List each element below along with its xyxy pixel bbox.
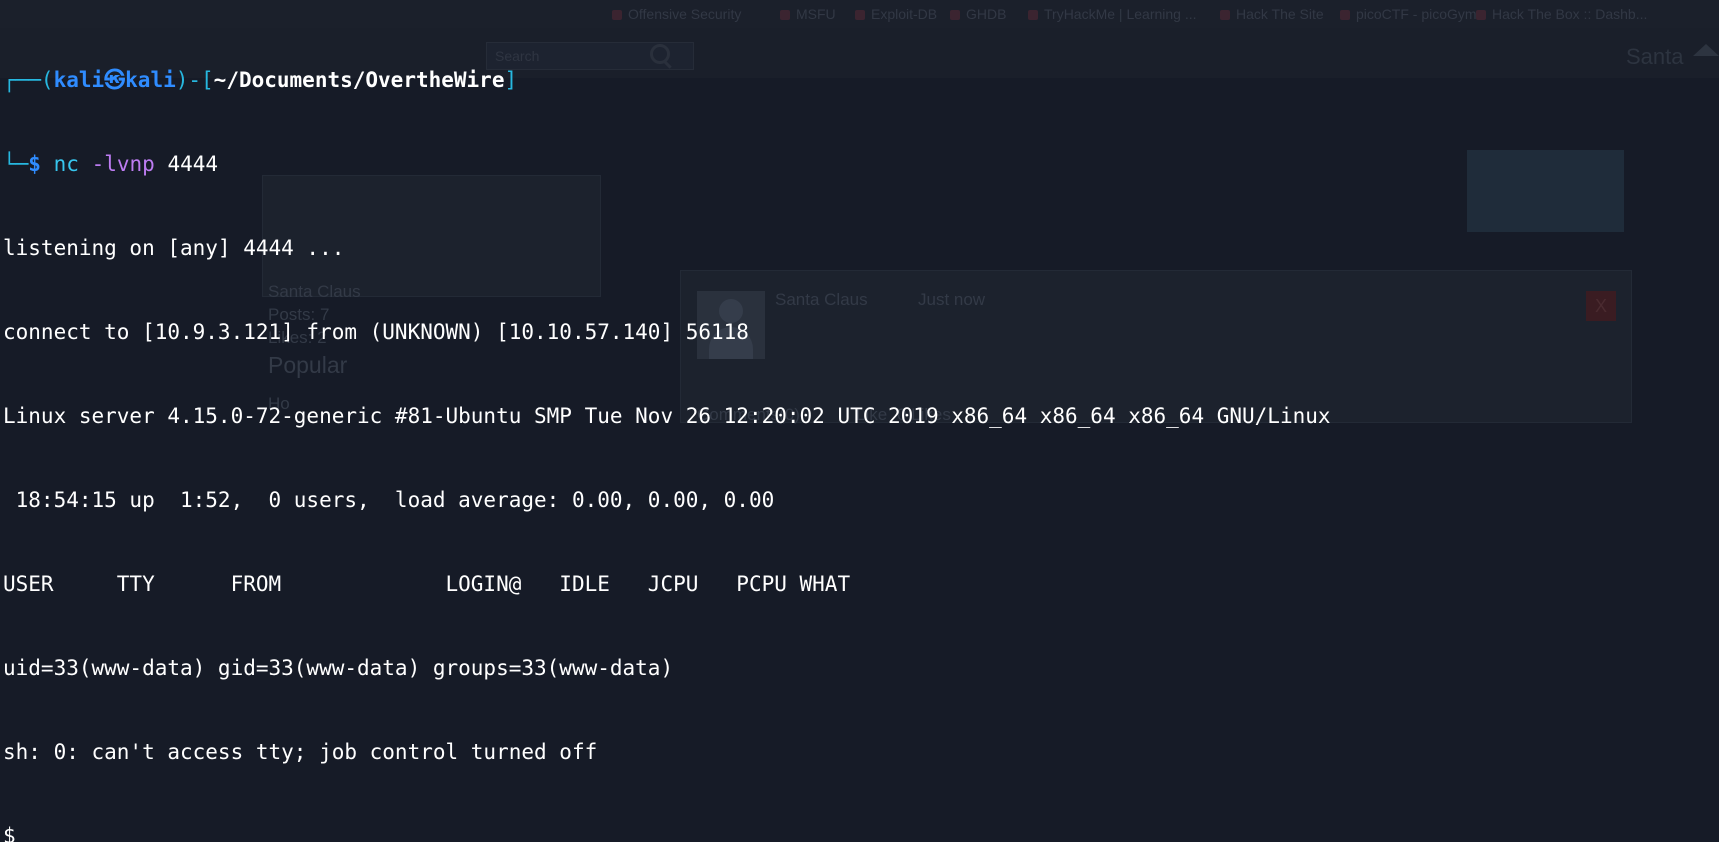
terminal-window[interactable]: ┌──(kali㉿kali)-[~/Documents/OvertheWire]… (0, 0, 1719, 842)
output-line-uname: Linux server 4.15.0-72-generic #81-Ubunt… (3, 404, 1331, 428)
output-line-id: uid=33(www-data) gid=33(www-data) groups… (3, 656, 674, 680)
prompt-frame-mid: )-[ (175, 68, 214, 92)
prompt-header-line: ┌──(kali㉿kali)-[~/Documents/OvertheWire] (3, 66, 1719, 94)
prompt-dollar: $ (28, 152, 41, 176)
prompt-frame-bottom: └─ (3, 152, 29, 176)
prompt-path: ~/Documents/OvertheWire (213, 68, 505, 92)
output-line-tty-warning: sh: 0: can't access tty; job control tur… (3, 740, 598, 764)
output-line-listening: listening on [any] 4444 ... (3, 236, 345, 260)
prompt-user: kali (53, 68, 105, 92)
command-line[interactable]: └─$ nc -lvnp 4444 (3, 150, 1719, 178)
output-line-connect: connect to [10.9.3.121] from (UNKNOWN) [… (3, 320, 749, 344)
prompt-at-symbol: ㉿ (104, 68, 126, 92)
command-flags: -lvnp (91, 152, 155, 176)
prompt-frame-close: ] (504, 68, 518, 92)
command-name: nc (53, 152, 79, 176)
prompt-host: kali (125, 68, 176, 92)
shell-prompt[interactable]: $ (3, 822, 1719, 842)
output-line-uptime: 18:54:15 up 1:52, 0 users, load average:… (3, 488, 775, 512)
command-port-argument: 4444 (167, 152, 219, 176)
prompt-frame-top: ┌──( (3, 68, 54, 92)
output-line-who-header: USER TTY FROM LOGIN@ IDLE JCPU PCPU WHAT (3, 572, 851, 596)
